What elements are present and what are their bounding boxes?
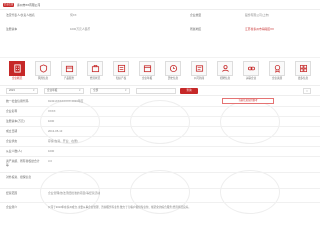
row-label: 统一社会信用代码 xyxy=(6,99,29,103)
row-label: 成立日期 xyxy=(6,129,18,133)
type-value: 股份有限公司(上市) xyxy=(245,13,270,17)
row-value: 2013-05-13 xyxy=(48,129,63,133)
tab-qualification[interactable]: 企业资质 xyxy=(264,61,290,83)
search-button[interactable]: 查询 xyxy=(180,88,198,94)
region-select[interactable]: 全部 ▼ xyxy=(90,88,130,94)
tab-operations[interactable]: 经营状况 xyxy=(82,61,108,83)
row-label: 从业人数(人) xyxy=(6,149,22,153)
company-title: 泰州市XX有限公司 xyxy=(17,3,41,7)
legal-rep-value[interactable]: 何XX xyxy=(70,13,77,18)
tab-history[interactable]: 历史信息 xyxy=(160,61,186,83)
row-label: 企业简介 xyxy=(6,205,18,209)
row-value: 91321XXXXXXXX 2023年度 xyxy=(48,99,84,103)
news-icon xyxy=(195,65,204,72)
addr-value[interactable]: 江苏省泰州市海陵区XX xyxy=(245,27,274,32)
award-icon xyxy=(274,64,281,73)
filter-bar: 2023 ▼ 企业年报 ▼ 全部 ▼ 查询 ☆ xyxy=(0,85,320,96)
legal-rep-label: 法定代表人/负责人姓名 xyxy=(6,13,35,17)
row-value: 3.0 xyxy=(48,159,52,163)
calendar-icon xyxy=(143,65,152,73)
row-label: 企业名称 xyxy=(6,109,18,113)
chevron-down-icon: ▼ xyxy=(78,89,81,92)
tab-label: 经营状况 xyxy=(89,77,101,80)
star-icon[interactable]: ☆ xyxy=(303,88,311,94)
row-label: 经营范围 xyxy=(6,191,18,195)
year-select-value: 2023 xyxy=(9,89,15,92)
detail-row: 企业简介 公司于2013年在泰州成立,主要从事企业管理、咨询服务等业务,致力于为… xyxy=(0,203,320,240)
detail-row: 对外投资、担保信息 xyxy=(0,173,320,189)
section-tabs: 企业概况 风险信息 产品服务 经营状况 知识产权 企业年报 历史信息 公司新闻 … xyxy=(0,57,320,83)
tab-label: 企业资质 xyxy=(271,77,283,80)
tab-label: 更多信息 xyxy=(297,77,309,80)
detail-row: 经营范围 企业管理(依法须经批准的项目)等经营活动 xyxy=(0,189,320,203)
tab-label: 知识产权 xyxy=(115,77,127,80)
tab-ip[interactable]: 知识产权 xyxy=(108,61,134,83)
type-label: 企业类型 xyxy=(190,13,202,17)
chevron-down-icon: ▼ xyxy=(32,89,35,92)
detail-row: 资产总额、所有者权益合计等 3.0 xyxy=(0,157,320,173)
tab-overview[interactable]: 企业概况 xyxy=(4,61,30,83)
keyword-input[interactable] xyxy=(136,88,176,94)
row-value: 1000 xyxy=(48,149,55,153)
addr-label: 所属地区 xyxy=(190,27,202,31)
tab-related[interactable]: 关联企业 xyxy=(238,61,264,83)
notice-button[interactable]: 当前信息仅供参考 xyxy=(222,98,274,104)
building-icon xyxy=(14,64,21,73)
row-label: 企业状态 xyxy=(6,139,18,143)
clock-icon xyxy=(169,64,178,73)
tab-label: 招聘信息 xyxy=(219,77,231,80)
grid-icon xyxy=(299,64,308,73)
tab-annual-report[interactable]: 企业年报 xyxy=(134,61,160,83)
region-select-value: 全部 xyxy=(93,89,99,92)
page-header: 企业信息 泰州市XX有限公司 xyxy=(0,0,320,10)
category-select[interactable]: 企业年报 ▼ xyxy=(44,88,84,94)
detail-row: 企业状态 存续(在营、开业、在册) xyxy=(0,137,320,147)
tab-news[interactable]: 公司新闻 xyxy=(186,61,212,83)
row-label: 注册资本(万元) xyxy=(6,119,25,123)
row-value: 1000 xyxy=(48,119,55,123)
row-value: 存续(在营、开业、在册) xyxy=(48,139,78,143)
tab-more[interactable]: 更多信息 xyxy=(290,61,316,83)
box-icon xyxy=(65,65,74,73)
shield-icon xyxy=(39,64,48,73)
tab-label: 关联企业 xyxy=(245,77,257,80)
row-value: XXXX xyxy=(48,109,56,113)
category-select-value: 企业年报 xyxy=(47,89,58,92)
year-select[interactable]: 2023 ▼ xyxy=(6,88,38,94)
company-intro-text: 公司于2013年在泰州成立,主要从事企业管理、咨询服务等业务,致力于为客户提供专… xyxy=(48,206,191,209)
tab-label: 产品服务 xyxy=(63,77,75,80)
tab-label: 企业年报 xyxy=(141,77,153,80)
tab-label: 风险信息 xyxy=(37,77,49,80)
tab-label: 企业概况 xyxy=(11,77,23,80)
detail-row: 统一社会信用代码 91321XXXXXXXX 2023年度 当前信息仅供参考 xyxy=(0,97,320,107)
users-icon xyxy=(222,65,229,72)
info-row: 注册资本 1000万元人民币 所属地区 江苏省泰州市海陵区XX xyxy=(0,27,320,37)
info-row: 法定代表人/负责人姓名 何XX 企业类型 股份有限公司(上市) xyxy=(0,13,320,23)
reg-label: 注册资本 xyxy=(6,27,18,31)
row-label: 对外投资、担保信息 xyxy=(6,175,32,179)
tab-label: 历史信息 xyxy=(167,77,179,80)
detail-row: 从业人数(人) 1000 xyxy=(0,147,320,157)
detail-row: 注册资本(万元) 1000 xyxy=(0,117,320,127)
tab-jobs[interactable]: 招聘信息 xyxy=(212,61,238,83)
detail-row: 成立日期 2013-05-13 xyxy=(0,127,320,137)
tab-products[interactable]: 产品服务 xyxy=(56,61,82,83)
page: 企业信息 泰州市XX有限公司 法定代表人/负责人姓名 何XX 企业类型 股份有限… xyxy=(0,0,320,240)
row-label: 资产总额、所有者权益合计等 xyxy=(6,159,40,167)
detail-row: 企业名称 XXXX xyxy=(0,107,320,117)
tab-risk[interactable]: 风险信息 xyxy=(30,61,56,83)
tab-label: 公司新闻 xyxy=(193,77,205,80)
header-badge: 企业信息 xyxy=(3,3,14,7)
reg-value: 1000万元人民币 xyxy=(70,27,91,31)
row-value: 企业管理(依法须经批准的项目)等经营活动 xyxy=(48,191,101,195)
chevron-down-icon: ▼ xyxy=(124,89,127,92)
certificate-icon xyxy=(117,64,126,73)
link-icon xyxy=(247,66,256,71)
briefcase-icon xyxy=(91,64,100,73)
company-info: 法定代表人/负责人姓名 何XX 企业类型 股份有限公司(上市) 注册资本 100… xyxy=(0,12,320,52)
